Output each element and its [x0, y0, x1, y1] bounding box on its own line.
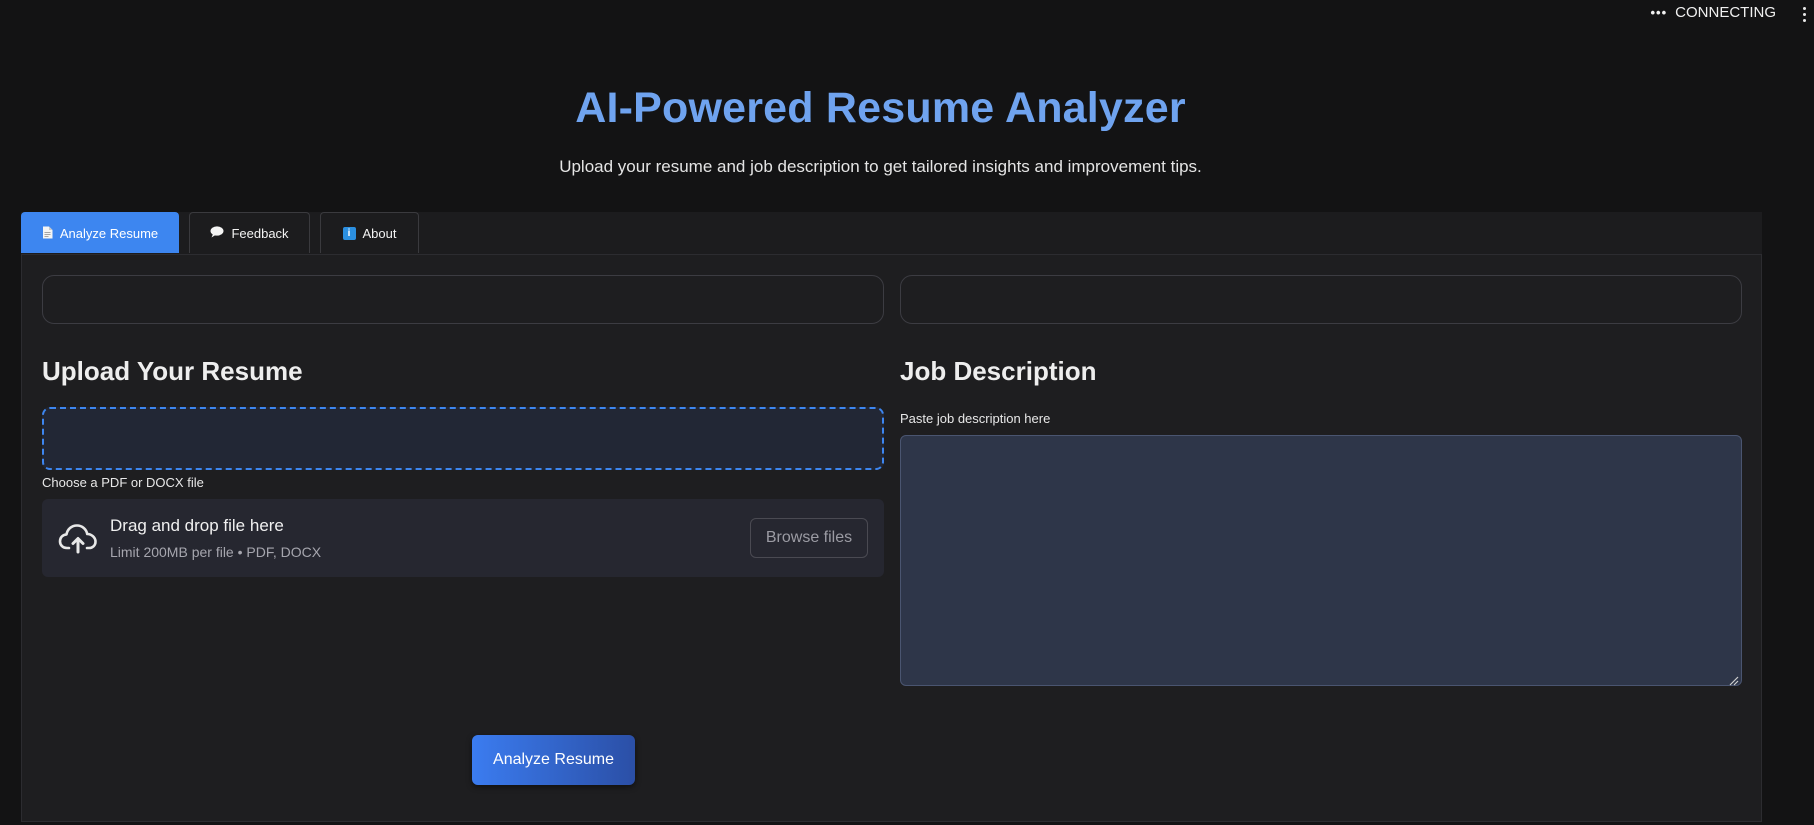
connection-status: ••• CONNECTING [1651, 4, 1777, 21]
file-dropzone[interactable]: Drag and drop file here Limit 200MB per … [42, 499, 884, 577]
info-icon: i [342, 226, 356, 240]
page-title: AI-Powered Resume Analyzer [575, 84, 1186, 132]
tab-about[interactable]: i About [320, 212, 419, 253]
tab-feedback[interactable]: Feedback [189, 212, 310, 253]
speech-bubble-icon [210, 226, 224, 240]
tab-label: Analyze Resume [59, 225, 159, 241]
dropzone-limit-text: Limit 200MB per file • PDF, DOCX [110, 544, 322, 560]
kebab-menu-icon[interactable] [1798, 2, 1810, 26]
empty-container-right [900, 275, 1742, 324]
tab-analyze-resume[interactable]: Analyze Resume [21, 212, 179, 253]
dropzone-title: Drag and drop file here [110, 516, 284, 535]
tab-bar: Analyze Resume Feedback i About [21, 212, 1762, 254]
page-subtitle: Upload your resume and job description t… [559, 157, 1202, 176]
document-icon [42, 226, 53, 241]
tab-label: About [362, 225, 397, 241]
empty-container-left [42, 275, 884, 324]
file-uploader-label: Choose a PDF or DOCX file [42, 475, 204, 490]
resize-handle-icon[interactable] [1728, 673, 1739, 686]
analyze-resume-button[interactable]: Analyze Resume [472, 735, 635, 785]
cloud-upload-icon [58, 521, 98, 555]
tab-label: Feedback [231, 225, 289, 241]
upload-heading: Upload Your Resume [42, 356, 303, 386]
ellipsis-icon: ••• [1650, 5, 1668, 20]
job-description-label: Paste job description here [900, 411, 1051, 426]
browse-files-button[interactable]: Browse files [750, 518, 868, 558]
upload-highlight-area [42, 407, 884, 470]
job-description-heading: Job Description [900, 356, 1097, 386]
connection-status-text: CONNECTING [1675, 4, 1776, 21]
job-description-textarea[interactable] [900, 435, 1742, 686]
